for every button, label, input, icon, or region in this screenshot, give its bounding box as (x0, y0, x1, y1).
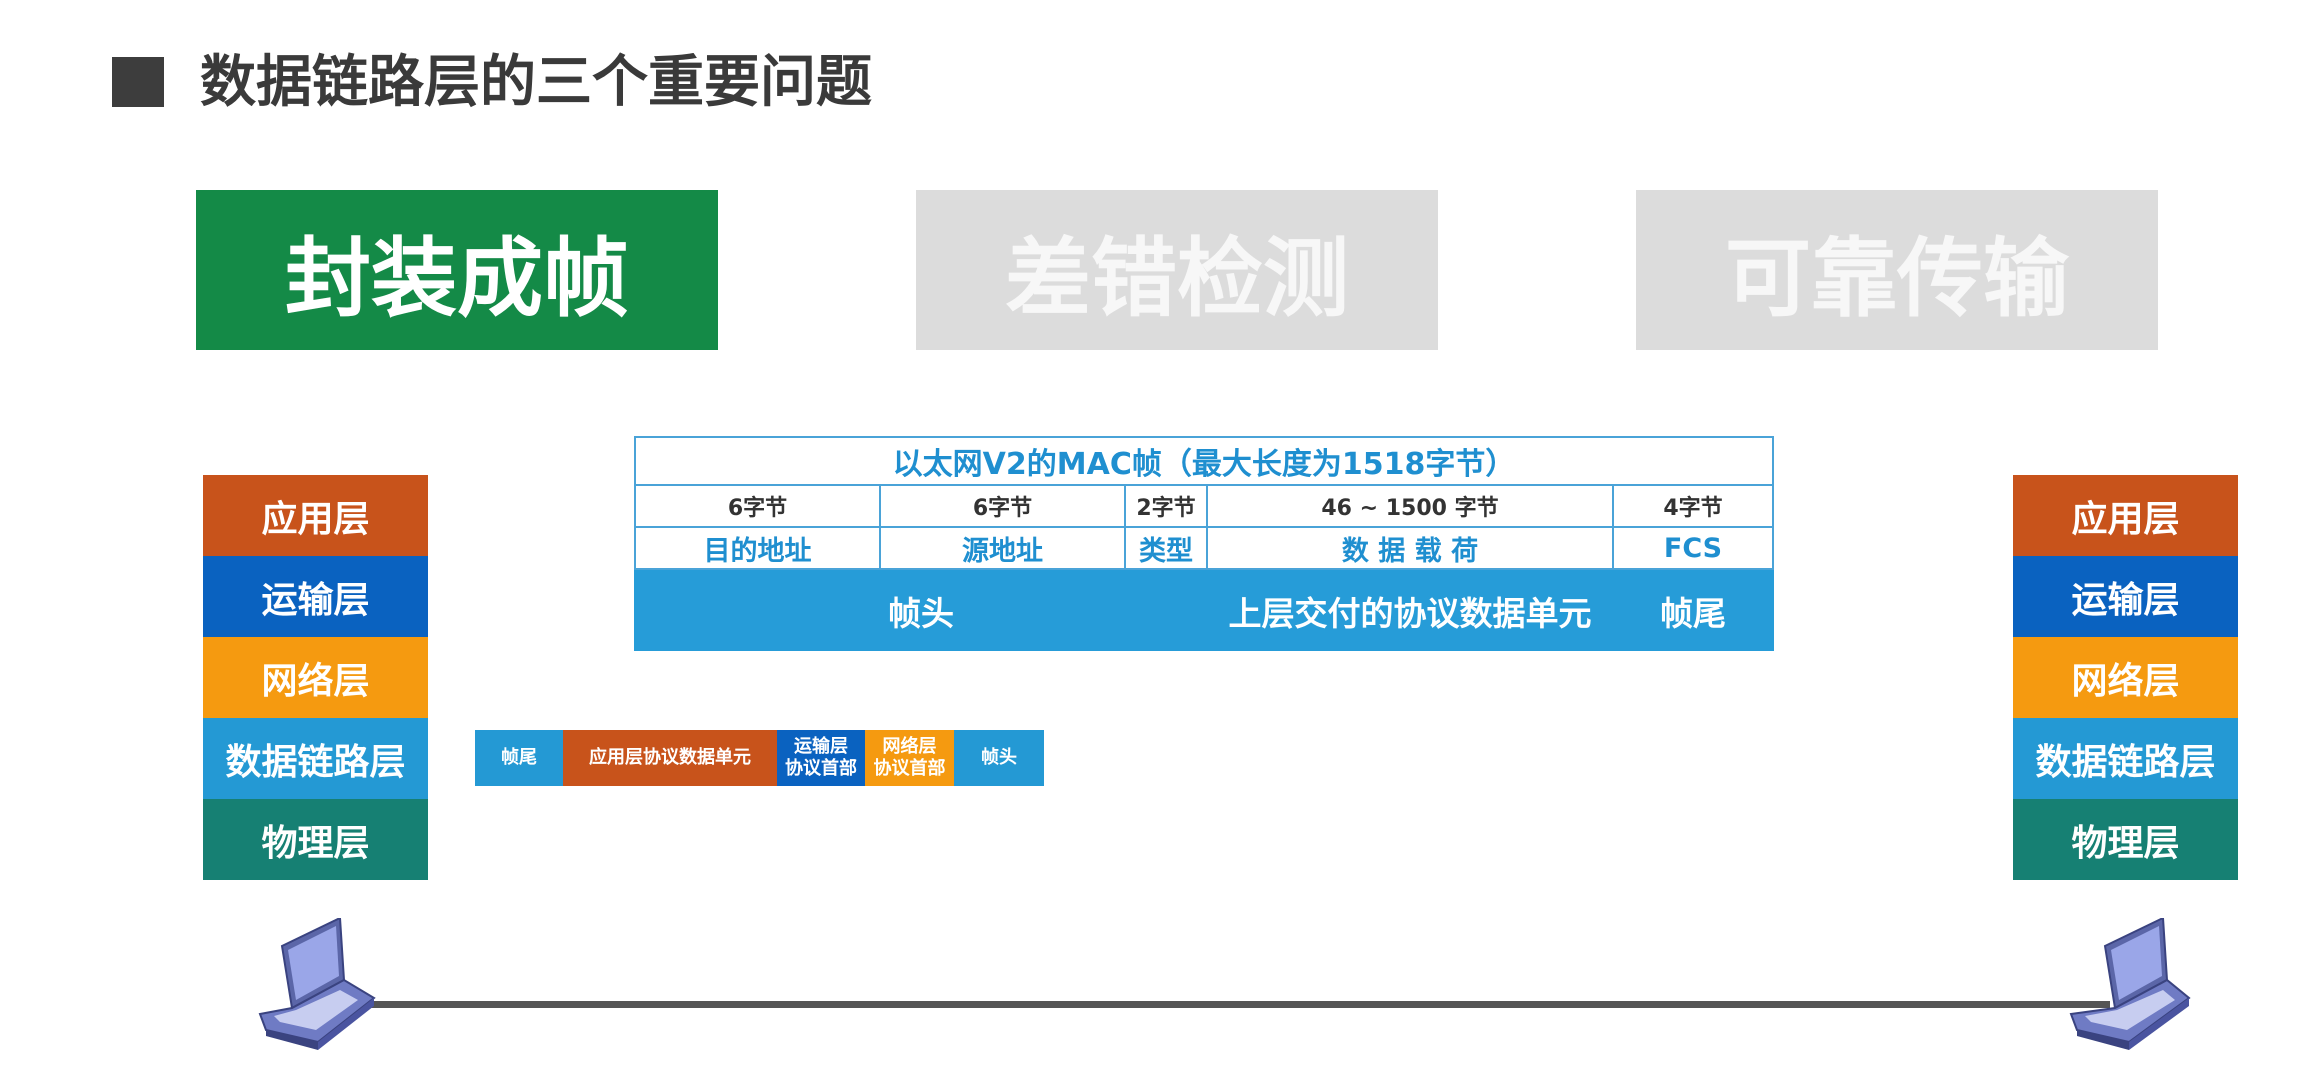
laptop-icon (2069, 918, 2191, 1050)
title-square-icon (112, 57, 164, 107)
tab-reliable-transmission[interactable]: 可靠传输 (1636, 190, 2158, 350)
tab-error-detection[interactable]: 差错检测 (916, 190, 1438, 350)
physical-link-line (350, 1001, 2110, 1008)
page-title: 数据链路层的三个重要问题 (200, 50, 872, 115)
layer-transport: 运输层 (203, 556, 428, 637)
transport-header-line2: 协议首部 (785, 758, 857, 779)
field-payload: 数 据 载 荷 (1206, 526, 1614, 570)
layer-physical: 物理层 (203, 799, 428, 880)
layer-network: 网络层 (203, 637, 428, 718)
layer-datalink: 数据链路层 (2013, 718, 2238, 799)
field-type: 类型 (1124, 526, 1208, 570)
size-type: 2字节 (1124, 484, 1208, 528)
size-fcs: 4字节 (1612, 484, 1774, 528)
frame-payload-label: 上层交付的协议数据单元 (1228, 593, 1592, 633)
network-header-line1: 网络层 (882, 736, 937, 757)
tab-framing[interactable]: 封装成帧 (196, 190, 718, 350)
layer-application: 应用层 (203, 475, 428, 556)
field-dest-addr: 目的地址 (634, 526, 881, 570)
laptop-icon (258, 918, 376, 1050)
frame-trailer-label: 帧尾 (1660, 593, 1726, 633)
small-frame-trailer: 帧尾 (475, 730, 563, 786)
small-frame-app-pdu: 应用层协议数据单元 (563, 730, 777, 786)
transport-header-line1: 运输层 (794, 736, 848, 757)
encapsulated-frame: 帧尾 应用层协议数据单元 运输层 协议首部 网络层 协议首部 帧头 (475, 730, 1044, 786)
small-frame-header: 帧头 (954, 730, 1044, 786)
layer-network: 网络层 (2013, 637, 2238, 718)
layer-physical: 物理层 (2013, 799, 2238, 880)
size-payload: 46 ~ 1500 字节 (1206, 484, 1614, 528)
frame-table-title: 以太网V2的MAC帧（最大长度为1518字节） (634, 436, 1774, 486)
mac-frame-table: 以太网V2的MAC帧（最大长度为1518字节） 6字节 6字节 2字节 46 ~… (634, 436, 1774, 651)
layer-stack-left: 应用层 运输层 网络层 数据链路层 物理层 (203, 475, 428, 880)
layer-transport: 运输层 (2013, 556, 2238, 637)
network-header-line2: 协议首部 (873, 758, 946, 779)
size-dest-addr: 6字节 (634, 484, 881, 528)
small-frame-network-header: 网络层 协议首部 (865, 730, 954, 786)
size-src-addr: 6字节 (879, 484, 1126, 528)
layer-stack-right: 应用层 运输层 网络层 数据链路层 物理层 (2013, 475, 2238, 880)
small-frame-transport-header: 运输层 协议首部 (777, 730, 865, 786)
field-src-addr: 源地址 (879, 526, 1126, 570)
layer-application: 应用层 (2013, 475, 2238, 556)
frame-header-label: 帧头 (888, 593, 954, 633)
layer-datalink: 数据链路层 (203, 718, 428, 799)
field-fcs: FCS (1612, 526, 1774, 570)
